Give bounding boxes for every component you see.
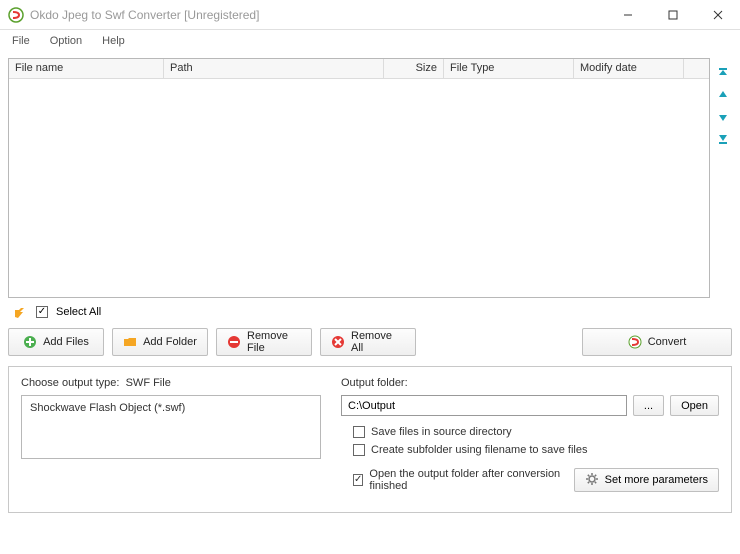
window-title: Okdo Jpeg to Swf Converter [Unregistered… — [30, 8, 605, 22]
set-more-parameters-button[interactable]: Set more parameters — [574, 468, 719, 492]
column-path[interactable]: Path — [164, 59, 384, 78]
add-folder-button[interactable]: Add Folder — [112, 328, 208, 356]
column-modify[interactable]: Modify date — [574, 59, 684, 78]
open-after-checkbox[interactable]: ✓ — [353, 474, 363, 486]
remove-file-button[interactable]: Remove File — [216, 328, 312, 356]
save-source-checkbox[interactable] — [353, 426, 365, 438]
move-top-icon[interactable] — [716, 66, 730, 80]
gear-icon — [585, 472, 599, 489]
maximize-button[interactable] — [650, 0, 695, 30]
remove-all-label: Remove All — [351, 330, 405, 354]
column-filename[interactable]: File name — [9, 59, 164, 78]
remove-all-button[interactable]: Remove All — [320, 328, 416, 356]
open-after-label: Open the output folder after conversion … — [369, 468, 561, 492]
browse-button[interactable]: ... — [633, 395, 664, 416]
close-button[interactable] — [695, 0, 740, 30]
list-body[interactable] — [9, 79, 709, 297]
convert-icon — [628, 335, 642, 349]
folder-up-icon[interactable] — [12, 304, 28, 320]
create-subfolder-checkbox[interactable] — [353, 444, 365, 456]
column-headers: File name Path Size File Type Modify dat… — [9, 59, 709, 79]
open-folder-button[interactable]: Open — [670, 395, 719, 416]
title-bar: Okdo Jpeg to Swf Converter [Unregistered… — [0, 0, 740, 30]
add-files-button[interactable]: Add Files — [8, 328, 104, 356]
convert-button[interactable]: Convert — [582, 328, 732, 356]
menu-bar: File Option Help — [0, 30, 740, 52]
reorder-arrows — [714, 58, 732, 298]
plus-icon — [23, 335, 37, 349]
menu-option[interactable]: Option — [46, 33, 86, 49]
folder-icon — [123, 335, 137, 349]
output-type-label: Choose output type: SWF File — [21, 377, 321, 389]
remove-all-icon — [331, 335, 345, 349]
output-type-option: Shockwave Flash Object (*.swf) — [30, 402, 185, 414]
column-size[interactable]: Size — [384, 59, 444, 78]
menu-file[interactable]: File — [8, 33, 34, 49]
convert-label: Convert — [648, 336, 687, 348]
move-up-icon[interactable] — [716, 88, 730, 102]
move-bottom-icon[interactable] — [716, 132, 730, 146]
output-folder-input[interactable] — [341, 395, 627, 416]
app-icon — [8, 7, 24, 23]
output-panel: Choose output type: SWF File Shockwave F… — [8, 366, 732, 513]
select-all-checkbox[interactable]: ✓ — [36, 306, 48, 318]
output-folder-label: Output folder: — [341, 377, 719, 389]
add-files-label: Add Files — [43, 336, 89, 348]
create-subfolder-label: Create subfolder using filename to save … — [371, 444, 587, 456]
select-all-label: Select All — [56, 306, 101, 318]
save-source-label: Save files in source directory — [371, 426, 512, 438]
menu-help[interactable]: Help — [98, 33, 129, 49]
output-type-select[interactable]: Shockwave Flash Object (*.swf) — [21, 395, 321, 459]
minimize-button[interactable] — [605, 0, 650, 30]
more-params-label: Set more parameters — [605, 474, 708, 486]
remove-file-label: Remove File — [247, 330, 301, 354]
add-folder-label: Add Folder — [143, 336, 197, 348]
move-down-icon[interactable] — [716, 110, 730, 124]
window-controls — [605, 0, 740, 30]
column-filetype[interactable]: File Type — [444, 59, 574, 78]
file-list[interactable]: File name Path Size File Type Modify dat… — [8, 58, 710, 298]
minus-icon — [227, 335, 241, 349]
